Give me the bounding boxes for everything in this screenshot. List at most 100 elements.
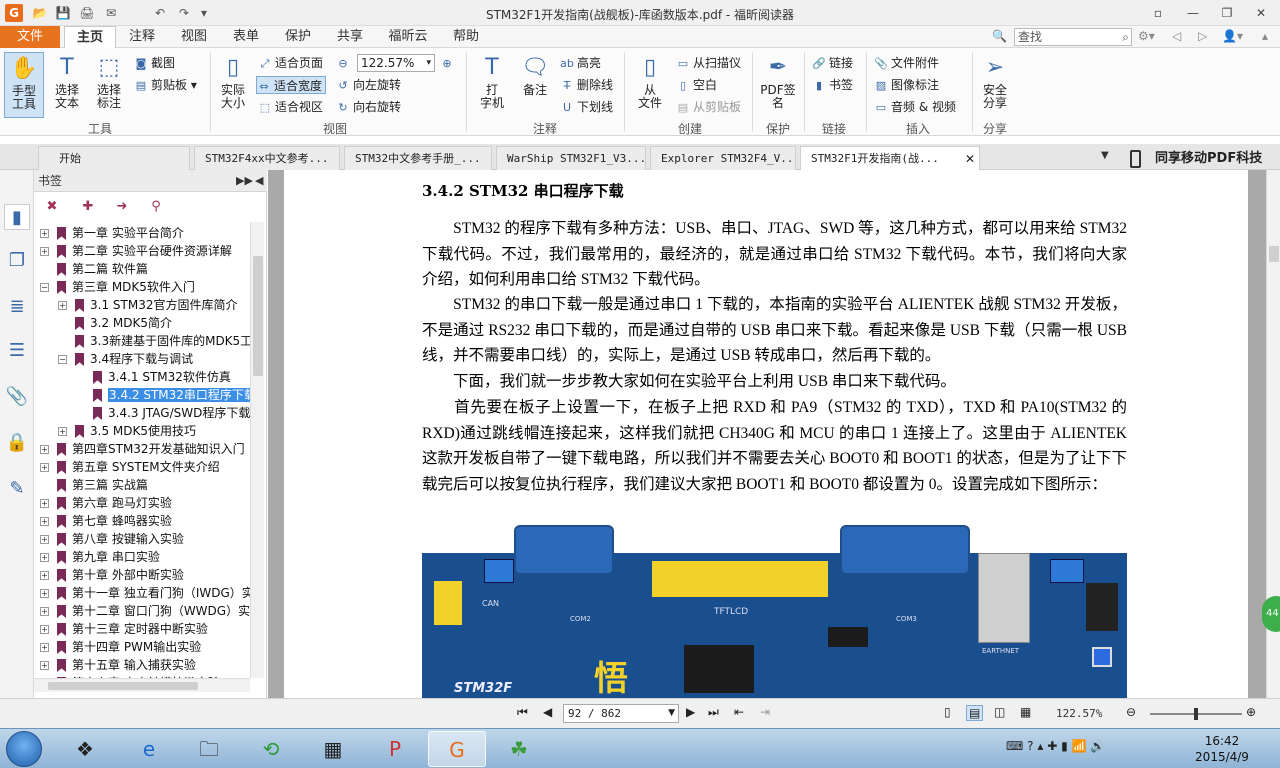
minimize-button[interactable]: — — [1180, 3, 1206, 23]
audio-video-button[interactable]: ▭ 音频 & 视频 — [874, 98, 956, 116]
internet-explorer-icon[interactable]: e — [120, 731, 178, 767]
expand-toggle-icon[interactable]: + — [40, 625, 49, 634]
doc-tab[interactable]: Explorer STM32F4_V... — [650, 146, 796, 170]
doc-tab[interactable]: STM32F4xx中文参考... — [194, 146, 340, 170]
bookmark-item[interactable]: +3.1 STM32官方固件库简介 — [58, 296, 237, 314]
expand-toggle-icon[interactable]: + — [40, 643, 49, 652]
taskbar-network-app-icon[interactable]: ▦ — [304, 731, 362, 767]
taskbar-green-app-icon[interactable]: ⟲ — [242, 731, 300, 767]
pages-panel-icon[interactable]: ❐ — [4, 248, 30, 274]
close-tab-icon[interactable]: ✕ — [965, 147, 975, 170]
expand-toggle-icon[interactable]: − — [40, 283, 49, 292]
file-attachment-button[interactable]: 📎 文件附件 — [874, 54, 939, 72]
continuous-facing-icon[interactable]: ▦ — [1020, 705, 1031, 719]
document-viewport[interactable]: 3.4.2 STM32 串口程序下载 STM32 的程序下载有多种方法：USB、… — [268, 170, 1266, 698]
zoom-slider[interactable] — [1150, 708, 1242, 720]
note-button[interactable]: 🗨 备注 — [516, 52, 554, 118]
attachments-panel-icon[interactable]: 📎 — [4, 384, 30, 410]
expand-toggle-icon[interactable]: − — [58, 355, 67, 364]
expand-toggle-icon[interactable]: + — [40, 229, 49, 238]
bookmarks-panel-icon[interactable]: ▮ — [4, 204, 30, 230]
keyboard-icon[interactable]: ⌨ — [1006, 739, 1023, 753]
forward-icon[interactable]: ▷ — [1198, 29, 1207, 43]
bookmark-item[interactable]: 3.4.3 JTAG/SWD程序下载 — [76, 404, 250, 422]
security-tray-icon[interactable]: ✚ — [1047, 739, 1057, 753]
comments-panel-icon[interactable]: ☰ — [4, 338, 30, 364]
expand-toggle-icon[interactable]: + — [58, 427, 67, 436]
rotate-left-button[interactable]: ↺ 向左旋转 — [336, 76, 401, 94]
search-folder-icon[interactable]: 🔍 — [992, 29, 1007, 43]
highlight-button[interactable]: ab 高亮 — [560, 54, 601, 72]
tab-protect[interactable]: 保护 — [276, 26, 320, 48]
select-annotation-button[interactable]: ⬚ 选择 标注 — [90, 52, 128, 118]
file-explorer-icon[interactable]: 🗀 — [180, 731, 238, 767]
typewriter-button[interactable]: T 打 字机 — [472, 52, 512, 118]
bookmark-button[interactable]: ▮ 书签 — [812, 76, 853, 94]
secure-share-button[interactable]: ➢ 安全 分享 — [978, 52, 1012, 118]
settings-gear-icon[interactable]: ⚙▾ — [1138, 29, 1155, 43]
fit-view-button[interactable]: ⬚ 适合视区 — [258, 98, 323, 116]
expand-toggle-icon[interactable]: + — [40, 517, 49, 526]
expand-panel-icon[interactable]: ▶▶ — [236, 170, 253, 192]
bookmark-item[interactable]: + 第五章 SYSTEM文件夹介绍 — [40, 458, 220, 476]
back-icon[interactable]: ◁ — [1172, 29, 1181, 43]
powerpoint-icon[interactable]: P — [366, 731, 424, 767]
bookmark-item[interactable]: + 第二章 实验平台硬件资源详解 — [40, 242, 232, 260]
continuous-page-icon[interactable]: ▤ — [966, 705, 984, 721]
from-clipboard-button[interactable]: ▤ 从剪贴板 — [676, 98, 741, 116]
zoom-out-icon[interactable]: ⊖ — [336, 54, 353, 72]
doc-tab-active[interactable]: STM32F1开发指南(战... ✕ — [800, 146, 980, 170]
tab-form[interactable]: 表单 — [224, 26, 268, 48]
expand-toggle-icon[interactable]: + — [40, 571, 49, 580]
previous-page-icon[interactable]: ◀ — [543, 705, 552, 719]
select-text-button[interactable]: T 选择 文本 — [48, 52, 86, 118]
bookmark-item[interactable]: +3.5 MDK5使用技巧 — [58, 422, 196, 440]
network-icon[interactable]: 📶 — [1072, 739, 1087, 753]
tab-list-dropdown-icon[interactable]: ▼ — [1101, 150, 1109, 161]
collapse-panel-icon[interactable]: ◀ — [255, 170, 263, 192]
facing-page-icon[interactable]: ◫ — [994, 705, 1005, 719]
bookmark-vertical-scrollbar[interactable] — [250, 222, 264, 678]
expand-toggle-icon[interactable]: + — [40, 247, 49, 256]
security-panel-icon[interactable]: 🔒 — [4, 430, 30, 456]
scroll-thumb[interactable] — [48, 682, 198, 690]
close-button[interactable]: ✕ — [1248, 3, 1274, 23]
foxit-reader-taskbar-icon[interactable]: G — [428, 731, 486, 767]
bookmark-item[interactable]: + 第一章 实验平台简介 — [40, 224, 184, 242]
bookmark-item[interactable]: + 第十三章 定时器中断实验 — [40, 620, 208, 638]
tab-home[interactable]: 主页 — [64, 26, 116, 49]
bookmark-item[interactable]: + 第十二章 窗口门狗（WWDG）实 — [40, 602, 250, 620]
clipboard-button[interactable]: ▤ 剪贴板 ▾ — [134, 76, 197, 94]
blank-page-button[interactable]: ▯ 空白 — [676, 76, 717, 94]
page-dropdown-icon[interactable]: ▼ — [668, 705, 675, 722]
image-annotation-button[interactable]: ▨ 图像标注 — [874, 76, 939, 94]
user-icon[interactable]: 👤▾ — [1222, 29, 1243, 43]
volume-icon[interactable]: 🔊 — [1090, 739, 1105, 753]
find-bookmark-icon[interactable]: ⚲ — [148, 198, 164, 216]
expand-toggle-icon[interactable]: + — [40, 607, 49, 616]
bookmark-item[interactable]: + 第八章 按键输入实验 — [40, 530, 184, 548]
underline-button[interactable]: U 下划线 — [560, 98, 613, 116]
expand-bookmark-icon[interactable]: ➜ — [114, 198, 130, 216]
bookmark-item[interactable]: + 第六章 跑马灯实验 — [40, 494, 172, 512]
fit-width-button[interactable]: ⇔ 适合宽度 — [256, 76, 327, 94]
doc-tab[interactable]: STM32中文参考手册_... — [344, 146, 492, 170]
pdf-sign-button[interactable]: ✒ PDF签 名 — [758, 52, 798, 118]
tab-foxit-cloud[interactable]: 福昕云 — [382, 26, 434, 48]
expand-toggle-icon[interactable]: + — [40, 553, 49, 562]
link-button[interactable]: 🔗 链接 — [812, 54, 853, 72]
zoom-in-circle-icon[interactable]: ⊕ — [1246, 705, 1256, 719]
previous-view-icon[interactable]: ⇤ — [734, 705, 744, 719]
taskbar-app-icon[interactable]: ❖ — [56, 731, 114, 767]
system-clock[interactable]: 16:42 2015/4/9 — [1184, 733, 1260, 765]
hand-tool-button[interactable]: ✋ 手型 工具 — [4, 52, 44, 118]
tab-comment[interactable]: 注释 — [120, 26, 164, 48]
floating-assistant-badge[interactable]: 44 — [1262, 596, 1280, 632]
fit-page-button[interactable]: ⤢ 适合页面 — [258, 54, 323, 72]
next-page-icon[interactable]: ▶ — [686, 705, 695, 719]
search-input[interactable]: 查找 ⌕ — [1014, 28, 1132, 46]
zoom-in-icon[interactable]: ⊕ — [440, 54, 457, 72]
bookmark-item[interactable]: + 第四章STM32开发基础知识入门 — [40, 440, 245, 458]
expand-toggle-icon[interactable]: + — [40, 499, 49, 508]
zoom-out-circle-icon[interactable]: ⊖ — [1126, 705, 1136, 719]
